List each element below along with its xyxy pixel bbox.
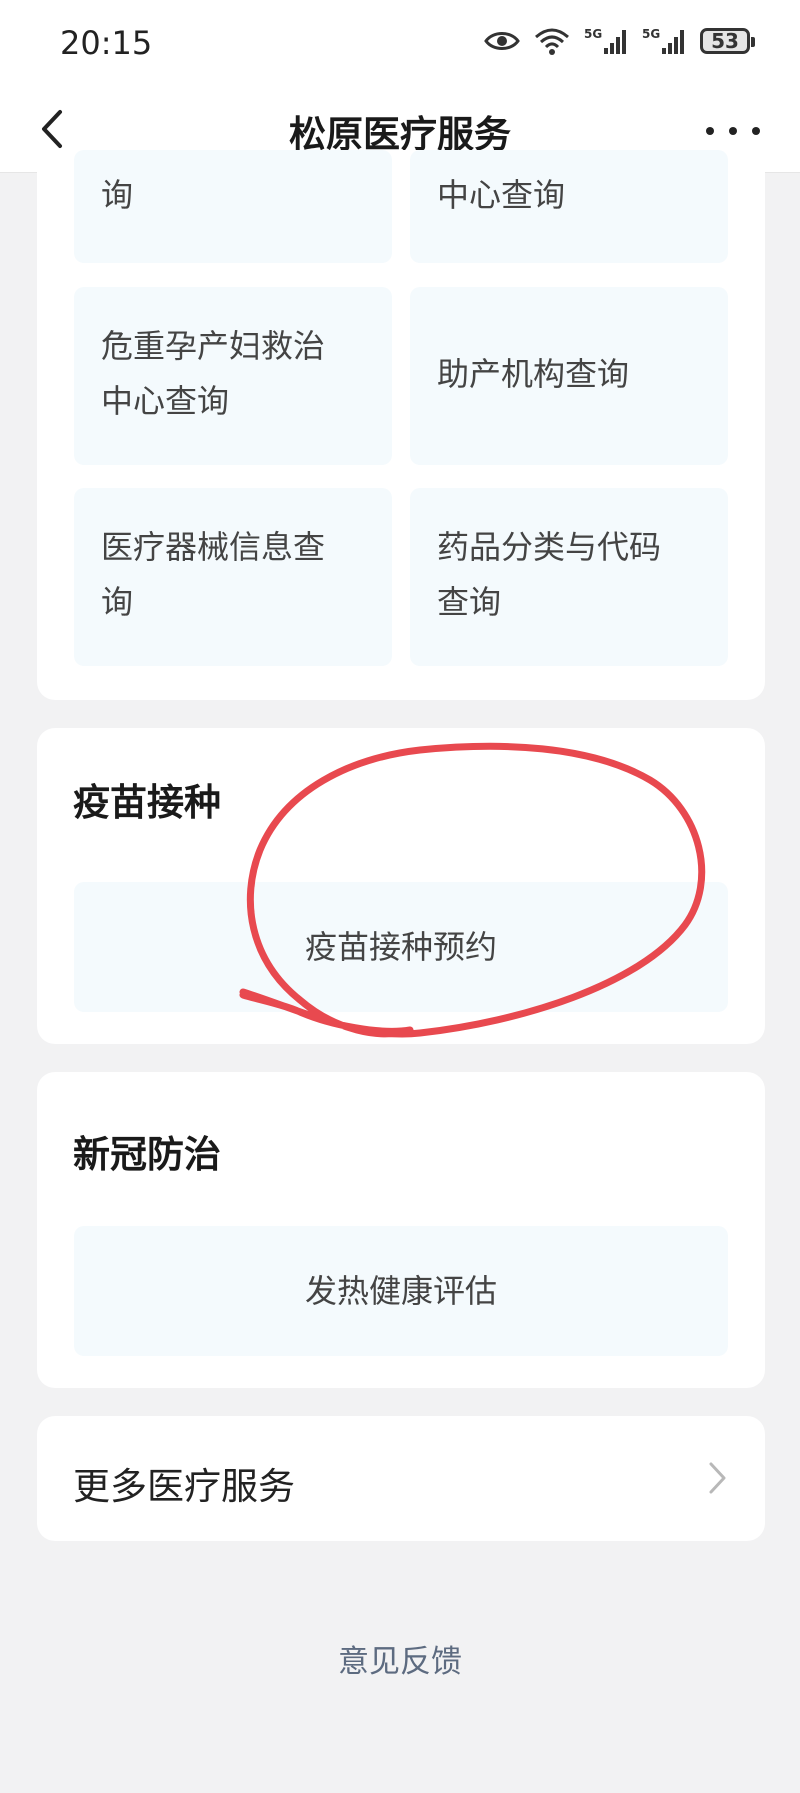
tile-label: 发热健康评估 <box>304 1271 497 1310</box>
covid-card: 新冠防治 发热健康评估 <box>37 1072 765 1388</box>
tile-label: 药品分类与代码 查询 <box>437 528 662 621</box>
status-bar: 20:15 5G 5G 53 <box>0 0 800 90</box>
battery-level: 53 <box>711 29 739 53</box>
more-services-label: 更多医疗服务 <box>73 1465 295 1508</box>
more-dot <box>729 127 737 135</box>
critical-maternal-center-tile[interactable]: 危重孕产妇救治 中心查询 <box>74 287 392 465</box>
covid-section-title: 新冠防治 <box>73 1133 221 1176</box>
eye-icon <box>484 32 520 50</box>
svg-text:5G: 5G <box>584 27 602 41</box>
vaccine-section-title: 疫苗接种 <box>73 781 221 824</box>
more-options-button[interactable] <box>706 114 760 148</box>
medical-device-info-tile[interactable]: 医疗器械信息查 询 <box>74 488 392 666</box>
more-dots-icon <box>706 127 714 135</box>
vaccine-card: 疫苗接种 疫苗接种预约 <box>37 728 765 1044</box>
feedback-link[interactable]: 意见反馈 <box>0 1636 800 1681</box>
battery-icon: 53 <box>700 28 755 54</box>
vaccine-appointment-button[interactable]: 疫苗接种预约 <box>74 882 728 1012</box>
fever-assessment-button[interactable]: 发热健康评估 <box>74 1226 728 1356</box>
query-services-card: 询 中心查询 危重孕产妇救治 中心查询 助产机构查询 医疗器械信息查 询 药品分… <box>37 150 765 700</box>
more-services-row[interactable]: 更多医疗服务 <box>37 1416 765 1541</box>
wifi-icon <box>535 28 569 55</box>
tile-label: 医疗器械信息查 询 <box>101 528 326 621</box>
tile-label: 疫苗接种预约 <box>304 927 497 966</box>
drug-classification-tile[interactable]: 药品分类与代码 查询 <box>410 488 728 666</box>
svg-text:5G: 5G <box>642 27 660 41</box>
chevron-right-icon <box>709 1462 726 1494</box>
tile-label: 助产机构查询 <box>437 355 630 393</box>
status-icons: 5G 5G 53 <box>484 26 755 56</box>
tile-label: 危重孕产妇救治 中心查询 <box>101 327 326 420</box>
more-dot <box>752 127 760 135</box>
status-time: 20:15 <box>60 24 153 62</box>
query-tile[interactable]: 中心查询 <box>410 150 728 263</box>
midwifery-institution-tile[interactable]: 助产机构查询 <box>410 287 728 465</box>
signal-5g-icon: 5G <box>584 27 626 54</box>
tile-label: 询 <box>101 176 134 214</box>
query-tile[interactable]: 询 <box>74 150 392 263</box>
signal-5g-icon: 5G <box>642 27 684 54</box>
tile-label: 中心查询 <box>437 176 566 214</box>
